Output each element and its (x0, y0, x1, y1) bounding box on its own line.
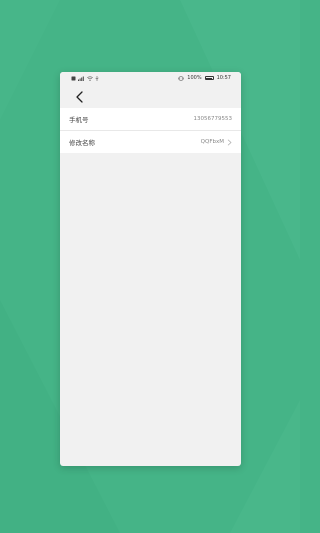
nav-bar (60, 86, 241, 108)
chevron-left-icon (76, 91, 83, 103)
edit-name-row[interactable]: 修改名称 QQFbxM (60, 130, 241, 153)
status-left (71, 76, 99, 81)
wifi-icon (87, 76, 93, 81)
battery-percent: 100% (187, 75, 202, 81)
phone-number-label: 手机号 (69, 116, 89, 124)
status-right: 100% 10:57 (178, 75, 231, 81)
phone-screen: 100% 10:57 手机号 13056779553 修改名称 QQFbxM (60, 72, 241, 466)
back-button[interactable] (72, 89, 88, 105)
clock: 10:57 (216, 75, 231, 81)
settings-list: 手机号 13056779553 修改名称 QQFbxM (60, 108, 241, 153)
sim-icon (71, 76, 76, 81)
usb-icon (95, 76, 99, 81)
phone-number-row: 手机号 13056779553 (60, 108, 241, 130)
chevron-right-icon (227, 139, 232, 145)
vibrate-icon (178, 75, 184, 81)
battery-icon (204, 76, 214, 80)
edit-name-value: QQFbxM (200, 139, 224, 145)
phone-number-value: 13056779553 (193, 116, 233, 122)
edit-name-label: 修改名称 (69, 139, 95, 147)
signal-icon (78, 76, 84, 81)
status-bar: 100% 10:57 (60, 72, 241, 86)
